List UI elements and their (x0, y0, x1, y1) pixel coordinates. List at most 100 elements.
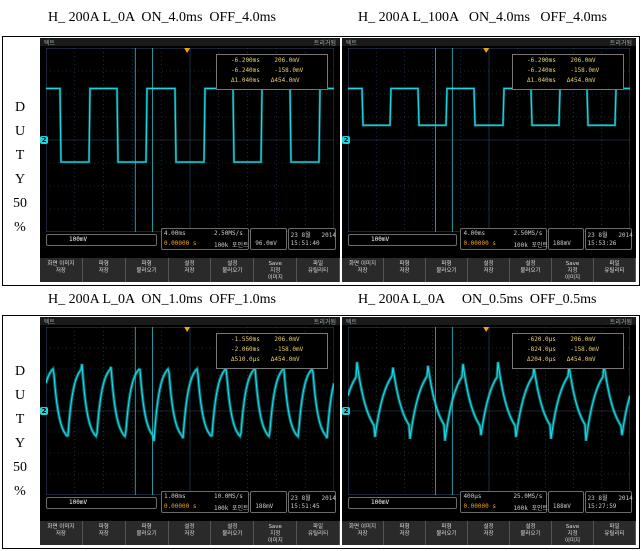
softkey-button[interactable]: 파형 저장 (83, 258, 126, 282)
softkey-button[interactable]: 파일 유틸리티 (594, 521, 636, 545)
scope-brand-label: 텍트 (44, 40, 56, 47)
softkey-button[interactable]: 설정 불러오기 (211, 258, 255, 282)
cursor-readout-line: -824.0μs -158.0mV (527, 346, 600, 353)
scope-trigger-state: 트리거됨 (313, 40, 336, 47)
clock: 15:53:26 (587, 240, 617, 247)
clock: 15:51:40 (290, 240, 320, 247)
duty-letter-t: T (15, 148, 25, 163)
channel-scale: 100mV (69, 499, 88, 506)
record-length: 100k 포인트 (213, 242, 249, 249)
softkey-button[interactable]: 파형 불러오기 (126, 258, 169, 282)
scope-header-bar (40, 317, 340, 325)
title-bottom-right: H_ 200A L_0A ON_0.5ms OFF_0.5ms (358, 292, 597, 307)
softkey-button[interactable]: 설정 저장 (169, 521, 212, 545)
softkey-button[interactable]: Save 지정 이미지 (254, 521, 298, 545)
softkey-button[interactable]: 파형 저장 (384, 258, 426, 282)
duty-value: 50 (13, 460, 27, 475)
duty-label-bottom: D U T Y 50 % (0, 360, 40, 504)
softkey-button[interactable]: 화면 이미지 저장 (40, 258, 83, 282)
softkey-button[interactable]: 파형 불러오기 (426, 521, 468, 545)
trigger-level: 188mV (552, 503, 571, 510)
datetime-box: 23 8월 2014 15:51:40 (287, 228, 336, 250)
duty-letter-y: Y (14, 436, 26, 451)
cursor-readout-line: -2.060ms -158.0mV (231, 346, 304, 353)
softkey-button[interactable]: 설정 불러오기 (510, 258, 552, 282)
record-length: 100k 포인트 (213, 505, 249, 512)
trigger-level: 188mV (552, 240, 571, 247)
softkey-button[interactable]: 파일 유틸리티 (297, 521, 340, 545)
softkey-button[interactable]: 파형 저장 (384, 521, 426, 545)
trigger-position-marker (184, 48, 191, 53)
duty-value: 50 (13, 196, 27, 211)
channel-scale-box: 100mV (348, 497, 458, 509)
trigger-time: 0.00000 s (463, 240, 496, 247)
channel-scale: 100mV (69, 236, 88, 243)
trigger-level-box: 96.0mV (250, 228, 287, 250)
channel-scale-box: 100mV (46, 234, 158, 246)
trigger-level-box: 188mV (547, 491, 584, 513)
duty-label-top: D U T Y 50 % (0, 96, 40, 240)
sample-rate: 25.0MS/s (513, 493, 543, 500)
scope-screen-1: 텍트 트리거됨 2 -6.200ms 206.0mV -6.240ms -158.0mV… (40, 38, 340, 282)
cursor-readout-line: -6.200ms 206.0mV (231, 57, 300, 64)
clock: 15:51:45 (290, 503, 320, 510)
title-top-right: H_ 200A L_100A ON_4.0ms OFF_4.0ms (358, 10, 607, 25)
softkey-button[interactable]: 파형 불러오기 (426, 258, 468, 282)
softkey-button[interactable]: 설정 저장 (468, 521, 510, 545)
sample-rate: 2.50MS/s (513, 230, 543, 237)
datetime-box: 23 8월 2014 15:51:45 (287, 491, 336, 513)
cursor-readout-line: Δ510.0μs Δ454.0mV (231, 356, 300, 363)
cursor-readout-line: Δ1.040ms Δ454.0mV (231, 77, 300, 84)
date: 23 8월 2014 (290, 232, 336, 239)
trigger-level: 96.0mV (255, 240, 277, 247)
softkey-button[interactable]: 파형 저장 (83, 521, 126, 545)
scope-header-bar (342, 38, 636, 46)
scope-header-bar (40, 38, 340, 46)
cursor-readout-line: Δ1.040ms Δ454.0mV (527, 77, 596, 84)
cursor-readout-box: -620.0μs 206.0mV -824.0μs -158.0mV Δ204.0μ… (512, 333, 624, 369)
trigger-time: 0.00000 s (163, 503, 197, 510)
duty-percent: % (14, 484, 26, 499)
timebase: 400μs (463, 493, 482, 500)
duty-letter-d: D (14, 364, 26, 379)
softkey-button[interactable]: 설정 불러오기 (510, 521, 552, 545)
softkey-button[interactable]: 설정 저장 (468, 258, 510, 282)
channel-scale-box: 100mV (46, 497, 158, 509)
softkey-button[interactable]: Save 지정 이미지 (552, 258, 594, 282)
record-length: 100k 포인트 (513, 242, 549, 249)
sample-rate: 2.50MS/s (213, 230, 243, 237)
softkey-button[interactable]: 화면 이미지 저장 (342, 258, 384, 282)
trigger-level-box: 188mV (547, 228, 584, 250)
scope-screen-4: 텍트 트리거됨 2 -620.0μs 206.0mV -824.0μs -158.0mV… (342, 317, 636, 545)
cursor-readout-line: -1.550ms 206.0mV (231, 336, 300, 343)
trigger-level-box: 188mV (250, 491, 287, 513)
cursor-readout-line: -6.240ms -158.0mV (527, 67, 600, 74)
softkey-bar: 화면 이미지 저장 파형 저장 파형 불러오기 설정 저장 설정 불러오기 Save 지정… (40, 258, 340, 282)
scope-trigger-state: 트리거됨 (609, 319, 632, 326)
channel-scale: 100mV (371, 499, 390, 506)
title-top-left: H_ 200A L_0A ON_4.0ms OFF_4.0ms (48, 10, 276, 25)
softkey-button[interactable]: Save 지정 이미지 (552, 521, 594, 545)
trigger-time: 0.00000 s (163, 240, 197, 247)
duty-letter-d: D (14, 100, 26, 115)
record-length: 100k 포인트 (513, 505, 549, 512)
softkey-button[interactable]: 설정 저장 (169, 258, 212, 282)
date: 23 8월 2014 (587, 495, 633, 502)
softkey-button[interactable]: 설정 불러오기 (211, 521, 255, 545)
scope-trigger-state: 트리거됨 (609, 40, 632, 47)
duty-percent: % (14, 220, 26, 235)
softkey-bar: 화면 이미지 저장 파형 저장 파형 불러오기 설정 저장 설정 불러오기 Save 지정… (342, 258, 636, 282)
softkey-button[interactable]: 파일 유틸리티 (297, 258, 340, 282)
softkey-button[interactable]: 파형 불러오기 (126, 521, 169, 545)
softkey-button[interactable]: 화면 이미지 저장 (342, 521, 384, 545)
channel-scale: 100mV (371, 236, 390, 243)
softkey-button[interactable]: 화면 이미지 저장 (40, 521, 83, 545)
softkey-button[interactable]: Save 지정 이미지 (254, 258, 298, 282)
channel-2-level-marker: 2 (40, 407, 48, 415)
softkey-button[interactable]: 파일 유틸리티 (594, 258, 636, 282)
datetime-box: 23 8월 2014 15:27:59 (584, 491, 633, 513)
softkey-bar: 화면 이미지 저장 파형 저장 파형 불러오기 설정 저장 설정 불러오기 Save 지정… (342, 521, 636, 545)
scope-brand-label: 텍트 (44, 319, 56, 326)
sample-rate: 10.0MS/s (213, 493, 243, 500)
cursor-readout-line: -6.200ms 206.0mV (527, 57, 596, 64)
